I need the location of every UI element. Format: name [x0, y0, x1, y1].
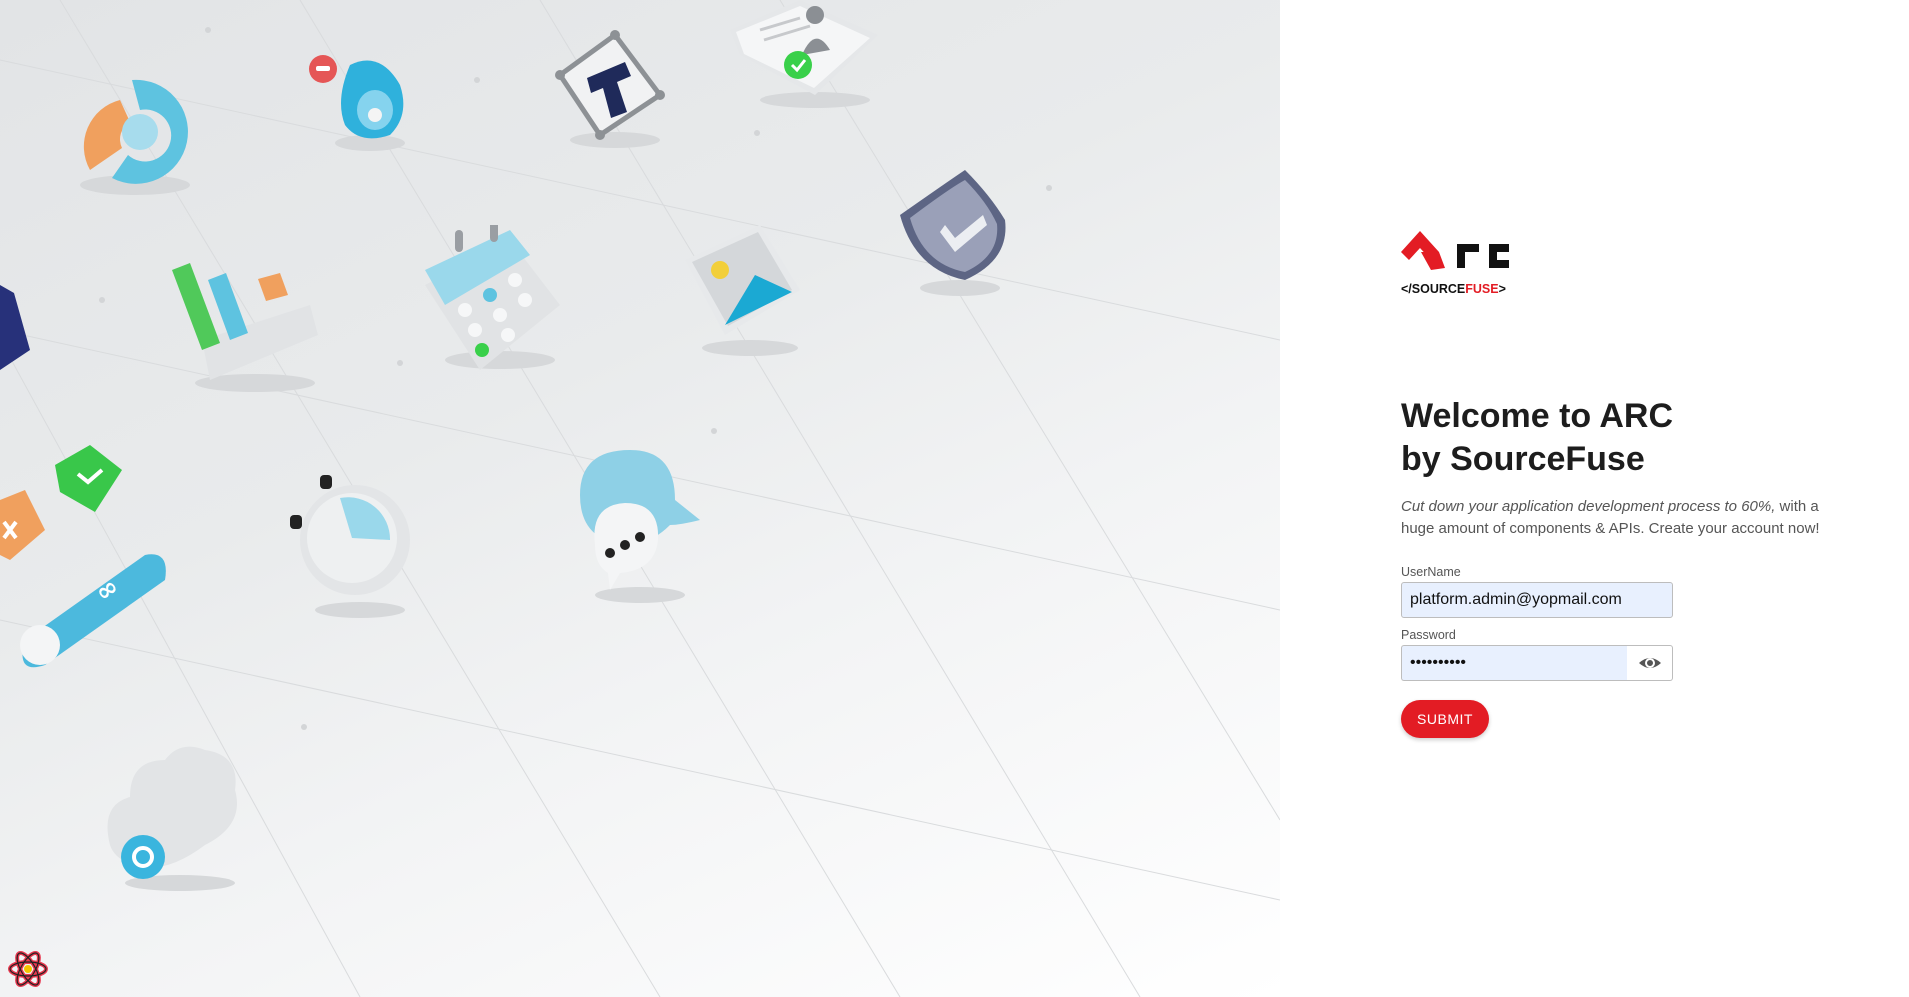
password-field[interactable] [1401, 645, 1627, 681]
logo-wordmark: </SOURCEFUSE> [1401, 282, 1506, 296]
bell-icon [309, 55, 405, 151]
bar-chart-icon [172, 263, 318, 392]
sourcefuse-logo: </SOURCEFUSE> [1401, 230, 1513, 296]
page-subtitle: Cut down your application development pr… [1401, 496, 1831, 540]
title-line-1: Welcome to ARC [1401, 397, 1674, 435]
page-title: Welcome to ARC by SourceFuse [1401, 395, 1821, 481]
arc-logo-icon [1401, 231, 1509, 270]
hero-illustration: ∞ [0, 0, 1280, 997]
react-icon[interactable] [6, 947, 50, 991]
block-icon [0, 285, 30, 370]
password-label: Password [1401, 628, 1456, 642]
eye-icon [1638, 658, 1661, 668]
text-frame-icon [555, 30, 665, 148]
stopwatch-icon [290, 475, 410, 618]
username-field[interactable] [1401, 582, 1673, 618]
image-icon [685, 225, 800, 356]
calendar-icon [425, 225, 560, 370]
title-line-2: by SourceFuse [1401, 440, 1645, 478]
user-document-icon [730, 0, 878, 108]
cloud-settings-icon [107, 746, 237, 891]
toggle-icon: ∞ [20, 554, 166, 668]
password-input[interactable] [1402, 646, 1627, 680]
toggle-password-visibility-button[interactable] [1627, 645, 1673, 681]
check-badge-icon [55, 445, 122, 512]
submit-button[interactable]: SUBMIT [1401, 700, 1489, 738]
pie-chart-icon [80, 79, 190, 195]
chat-icon [580, 450, 700, 603]
username-input[interactable] [1402, 583, 1672, 617]
login-panel: </SOURCEFUSE> Welcome to ARC by SourceFu… [1280, 0, 1909, 997]
shield-icon [900, 170, 1006, 296]
subtitle-emphasis: Cut down your application development pr… [1401, 498, 1776, 515]
username-label: UserName [1401, 565, 1461, 579]
